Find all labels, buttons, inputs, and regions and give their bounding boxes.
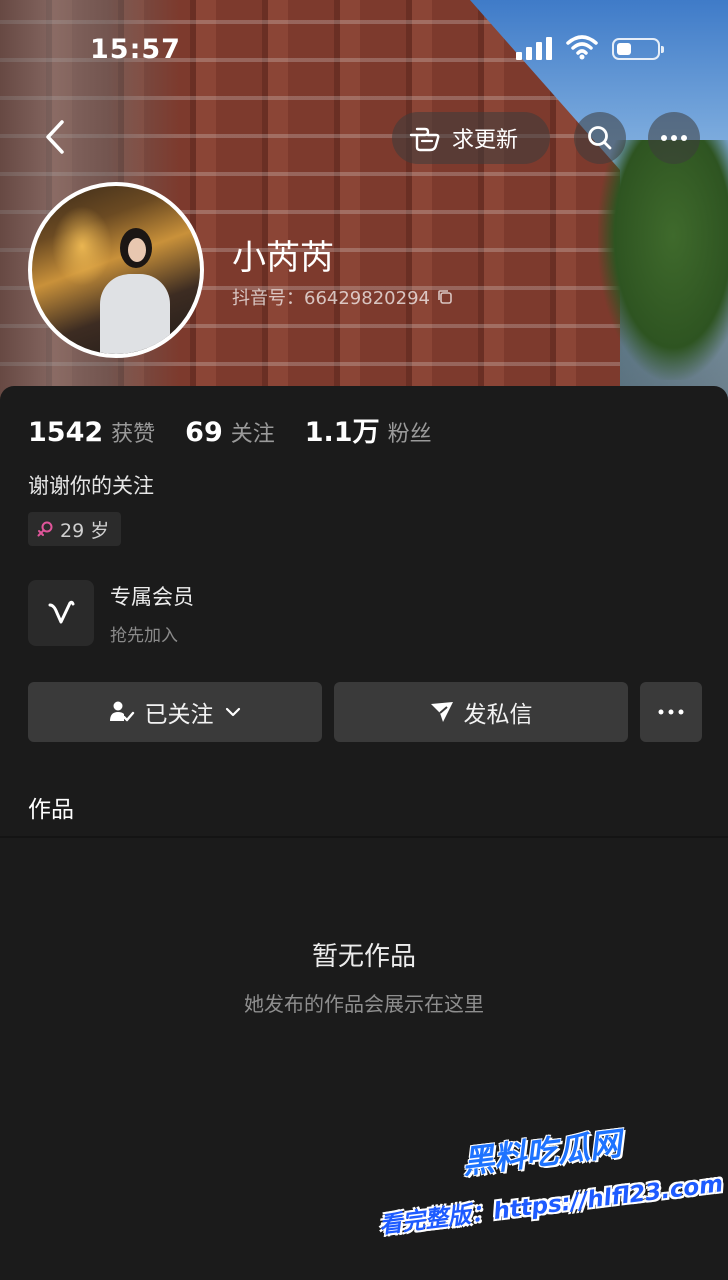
send-message-label: 发私信	[463, 702, 533, 728]
douyin-id-text: 抖音号：66429820294	[232, 288, 430, 309]
status-bar: 15:57	[0, 30, 728, 70]
stat-label: 获赞	[111, 422, 156, 447]
stat-likes: 1542 获赞	[28, 416, 155, 448]
douyin-id-row[interactable]: 抖音号：66429820294	[232, 284, 454, 310]
cellular-signal-icon	[516, 36, 554, 60]
stat-following[interactable]: 69 关注	[185, 416, 275, 448]
stat-followers[interactable]: 1.1万 粉丝	[305, 410, 432, 449]
stat-label: 粉丝	[387, 422, 432, 447]
more-options-button[interactable]	[648, 112, 700, 164]
more-actions-button[interactable]	[640, 682, 702, 742]
search-button[interactable]	[574, 112, 626, 164]
copy-icon[interactable]	[436, 288, 454, 306]
stat-value: 1.1万	[304, 417, 380, 448]
battery-icon	[612, 38, 664, 60]
stat-value: 1542	[28, 417, 104, 448]
status-time: 15:57	[90, 34, 181, 65]
profile-bio: 谢谢你的关注	[28, 474, 154, 498]
tab-works[interactable]: 作品	[28, 790, 74, 824]
stats-row: 1542 获赞 69 关注 1.1万 粉丝	[28, 410, 462, 449]
age-text: 29 岁	[60, 519, 110, 542]
user-check-icon	[109, 701, 134, 722]
exclusive-membership-entry[interactable]: 专属会员 抢先加入	[28, 580, 194, 646]
stat-label: 关注	[230, 422, 275, 447]
membership-subtitle: 抢先加入	[110, 625, 178, 646]
action-buttons: 已关注 发私信	[28, 682, 702, 742]
more-horizontal-icon	[658, 709, 684, 715]
send-icon	[430, 702, 453, 722]
membership-v-icon	[28, 580, 94, 646]
pointing-hand-icon	[409, 127, 440, 152]
stat-value: 69	[185, 417, 223, 448]
followed-label: 已关注	[144, 702, 214, 728]
membership-title: 专属会员	[110, 584, 194, 609]
empty-state-subtitle: 她发布的作品会展示在这里	[244, 992, 484, 1016]
avatar[interactable]	[28, 182, 204, 358]
watermark-url: 看完整版：https://hlfl23.com	[377, 1171, 725, 1240]
wifi-icon	[566, 35, 598, 60]
request-update-button[interactable]: 求更新	[392, 112, 550, 164]
search-icon	[588, 126, 612, 150]
request-update-label: 求更新	[452, 128, 519, 153]
chevron-left-icon	[46, 120, 64, 154]
back-button[interactable]	[36, 112, 76, 162]
empty-state-title: 暂无作品	[311, 942, 416, 972]
age-gender-tag: 29 岁	[28, 512, 122, 546]
chevron-down-icon	[225, 707, 240, 717]
profile-nickname: 小芮芮	[232, 238, 334, 278]
female-icon	[37, 521, 53, 537]
more-horizontal-icon	[661, 135, 687, 141]
divider	[0, 836, 728, 838]
send-message-button[interactable]: 发私信	[334, 682, 628, 742]
followed-button[interactable]: 已关注	[28, 682, 322, 742]
